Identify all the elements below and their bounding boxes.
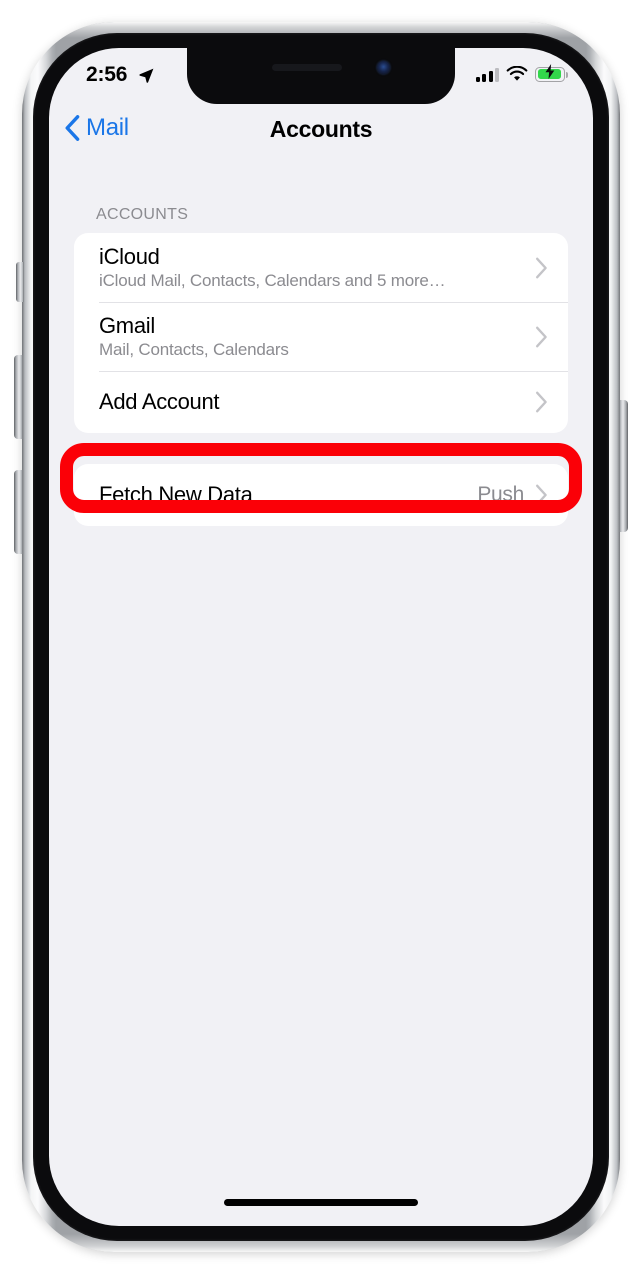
list-item-subtitle: Mail, Contacts, Calendars [99, 340, 289, 360]
page-title: Accounts [269, 116, 373, 142]
list-item-title: Add Account [99, 389, 220, 415]
list-item-gmail[interactable]: Gmail Mail, Contacts, Calendars [74, 302, 568, 371]
list-item-fetch-new-data[interactable]: Fetch New Data Push [74, 464, 568, 526]
mute-switch[interactable] [16, 262, 24, 302]
status-bar-clock: 2:56 [86, 63, 128, 86]
volume-down-button[interactable] [14, 470, 23, 554]
phone-screen: 2:56 Mail Accounts ACCOUNTS iCloud iClou… [49, 48, 593, 1226]
volume-up-button[interactable] [14, 355, 23, 439]
battery-cap [565, 72, 568, 78]
navigation-bar: Mail Accounts [49, 104, 593, 156]
cellular-bars-icon [475, 67, 499, 82]
status-bar-indicators [475, 64, 568, 84]
section-header-accounts: ACCOUNTS [96, 206, 189, 223]
earpiece-speaker [272, 64, 342, 71]
list-item-add-account[interactable]: Add Account [74, 371, 568, 433]
row-text: iCloud iCloud Mail, Contacts, Calendars … [99, 244, 535, 292]
row-text: Gmail Mail, Contacts, Calendars [99, 313, 535, 361]
list-item-value: Push [477, 483, 524, 506]
wifi-icon [506, 66, 528, 82]
row-text: Add Account [99, 389, 535, 415]
row-separator [99, 371, 568, 372]
list-item-title: iCloud [99, 243, 160, 269]
row-separator [99, 302, 568, 303]
chevron-right-icon [535, 484, 548, 506]
display-notch [187, 48, 455, 104]
list-item-title: Fetch New Data [99, 482, 253, 508]
list-item-icloud[interactable]: iCloud iCloud Mail, Contacts, Calendars … [74, 233, 568, 302]
settings-list[interactable]: ACCOUNTS iCloud iCloud Mail, Contacts, C… [49, 156, 593, 1226]
charging-bolt-icon [545, 64, 556, 84]
home-indicator[interactable] [224, 1199, 418, 1206]
accounts-card: iCloud iCloud Mail, Contacts, Calendars … [74, 233, 568, 433]
row-text: Fetch New Data [99, 482, 477, 508]
chevron-right-icon [535, 257, 548, 279]
location-arrow-icon [138, 67, 155, 89]
list-item-subtitle: iCloud Mail, Contacts, Calendars and 5 m… [99, 271, 446, 291]
power-button[interactable] [619, 400, 628, 532]
fetch-new-data-card: Fetch New Data Push [74, 464, 568, 526]
chevron-right-icon [535, 326, 548, 348]
chevron-right-icon [535, 391, 548, 413]
battery-charging-icon [535, 64, 568, 84]
list-item-title: Gmail [99, 312, 155, 338]
front-camera-icon [377, 61, 390, 74]
